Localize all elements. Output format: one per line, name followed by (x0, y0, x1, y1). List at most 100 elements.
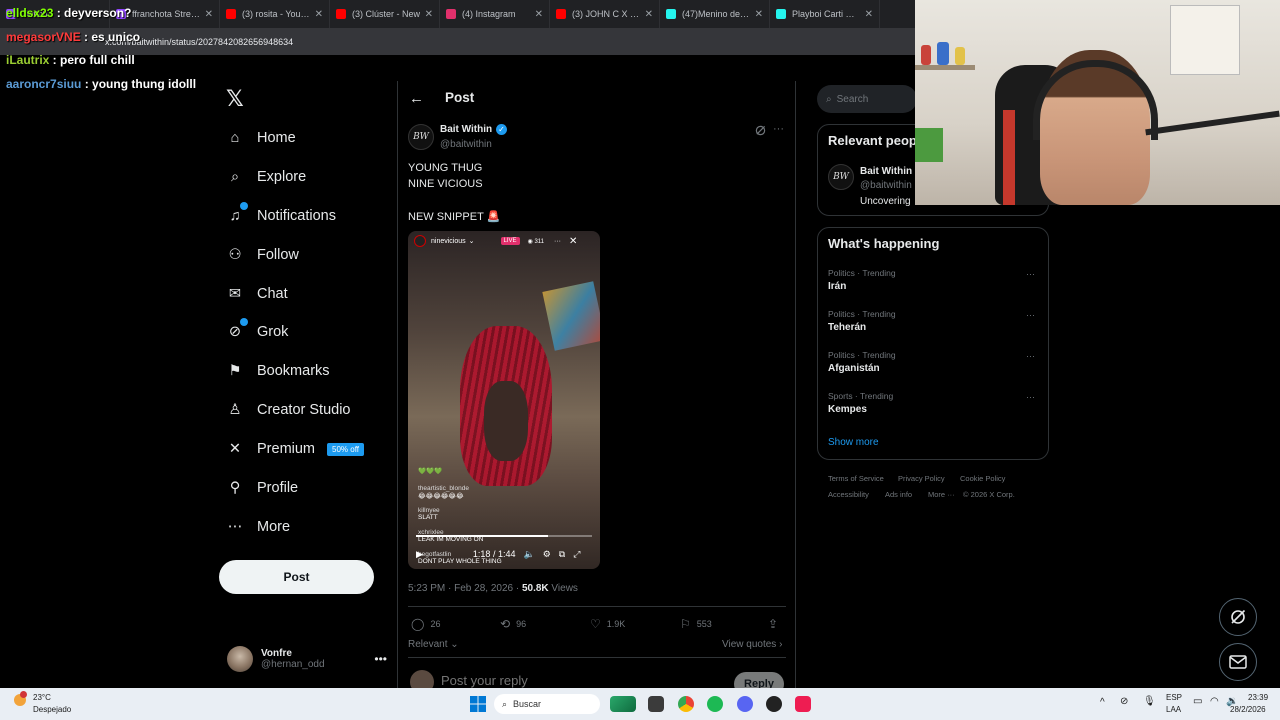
nav-item-chat[interactable]: ✉ Chat (226, 280, 288, 308)
x-logo-icon[interactable]: 𝕏 (226, 88, 248, 110)
footer-link[interactable]: More ··· (928, 490, 955, 499)
pip-icon[interactable]: ⧉ (559, 549, 565, 560)
reply-button[interactable]: ◯ 26 (411, 617, 440, 631)
steam-icon[interactable] (766, 696, 782, 712)
back-arrow-icon[interactable]: ← (409, 90, 424, 107)
view-quotes-link[interactable]: View quotes › (722, 639, 782, 650)
browser-tab[interactable]: (3) JOHN C X EZE ✕ (550, 0, 660, 28)
grok-fab[interactable] (1219, 598, 1257, 636)
home-icon: ⌂ (230, 130, 240, 146)
bookmark-button[interactable]: ⚐ 553 (680, 617, 712, 631)
share-button[interactable]: ⇪ (768, 617, 784, 631)
video-player[interactable]: ninevicious ⌄ LIVE ◉ 311 ··· ✕ 💚💚💚 thear… (408, 231, 600, 569)
play-icon[interactable]: ▶ (416, 549, 423, 560)
language-layout[interactable]: LAA (1166, 705, 1181, 714)
avatar[interactable]: BW (828, 164, 854, 190)
close-icon[interactable]: ✕ (425, 9, 433, 20)
browser-tab[interactable]: (4) Instagram ✕ (440, 0, 550, 28)
footer-link[interactable]: Terms of Service (828, 474, 884, 483)
nav-item-bookmarks[interactable]: ⚑ Bookmarks (226, 357, 330, 385)
video-subject-face (484, 381, 528, 461)
reply-sort-dropdown[interactable]: Relevant ⌄ (408, 639, 459, 650)
nav-item-grok[interactable]: ⊘ Grok (226, 318, 288, 346)
nav-item-creator-studio[interactable]: ♙ Creator Studio (226, 396, 351, 424)
nav-item-explore[interactable]: ⌕ Explore (226, 163, 306, 191)
browser-tab[interactable]: (47)Menino de Ou ✕ (660, 0, 770, 28)
x-logo-icon: ✕ (228, 441, 242, 457)
footer-link[interactable]: © 2026 X Corp. (963, 490, 1015, 499)
views-count: 50.8K (521, 583, 549, 594)
nav-item-follow[interactable]: ⚇ Follow (226, 241, 299, 269)
chrome-icon[interactable] (678, 696, 694, 712)
close-icon[interactable]: ✕ (569, 236, 577, 247)
nav-item-label: Home (257, 130, 296, 146)
post-button[interactable]: Post (219, 560, 374, 594)
spotify-icon[interactable] (707, 696, 723, 712)
widget-icon[interactable] (610, 696, 636, 712)
clock-time[interactable]: 23:39 (1248, 693, 1268, 702)
more-icon[interactable]: ··· (1026, 310, 1035, 320)
messages-fab[interactable] (1219, 643, 1257, 681)
close-icon[interactable]: ✕ (535, 9, 543, 20)
close-icon[interactable]: ✕ (205, 9, 213, 20)
tab-label: Playboi Carti Rele (792, 9, 861, 19)
show-more-link[interactable]: Show more (828, 437, 879, 448)
browser-tab[interactable]: (3) Clúster - New ✕ (330, 0, 440, 28)
search-input[interactable]: ⌕ Search (817, 85, 917, 113)
footer-link[interactable]: Accessibility (828, 490, 869, 499)
repost-button[interactable]: ⟲ 96 (500, 617, 526, 631)
network-icon[interactable]: ⊘ (1120, 696, 1128, 707)
video-time: 1:18 / 1:44 (472, 549, 516, 559)
weather-description[interactable]: Despejado (33, 705, 71, 714)
more-icon[interactable]: ••• (374, 652, 387, 666)
tab-favicon-icon (446, 9, 456, 19)
reply-input[interactable] (441, 672, 641, 688)
fullscreen-icon[interactable]: ⤢ (573, 549, 580, 560)
footer-link[interactable]: Ads info (885, 490, 912, 499)
footer-link[interactable]: Privacy Policy (898, 474, 945, 483)
repost-icon: ⟲ (500, 617, 511, 631)
more-icon[interactable]: ··· (1026, 392, 1035, 402)
settings-icon[interactable]: ⚙ (543, 549, 551, 560)
grok-icon[interactable] (755, 125, 766, 136)
close-icon[interactable]: ✕ (755, 9, 763, 20)
person-name[interactable]: Bait Within (860, 166, 912, 177)
footer-link[interactable]: Cookie Policy (960, 474, 1005, 483)
taskbar-search[interactable]: ⌕ Buscar (494, 694, 600, 714)
browser-tab[interactable]: Playboi Carti Rele ✕ (770, 0, 880, 28)
chevron-up-icon[interactable]: ^ (1100, 697, 1105, 708)
video-progress-bar[interactable] (416, 535, 592, 537)
more-icon[interactable]: ··· (1026, 269, 1035, 279)
discord-icon[interactable] (737, 696, 753, 712)
display-icon[interactable]: ▭ (1193, 696, 1202, 707)
language-indicator[interactable]: ESP (1166, 693, 1182, 702)
post-timestamp[interactable]: 5:23 PM · Feb 28, 2026 · (408, 583, 519, 594)
person-handle[interactable]: @baitwithin (860, 180, 912, 191)
tiktok-icon[interactable] (795, 696, 811, 712)
nav-item-premium[interactable]: ✕ Premium 50% off (226, 435, 364, 463)
nav-item-profile[interactable]: ⚲ Profile (226, 474, 298, 502)
volume-icon[interactable]: 🔈 (523, 549, 534, 560)
clock-date[interactable]: 28/2/2026 (1230, 705, 1266, 714)
file-explorer-icon[interactable] (648, 696, 664, 712)
windows-start-icon[interactable] (470, 696, 486, 712)
more-icon[interactable]: ··· (1026, 351, 1035, 361)
person-bio: Uncovering (860, 196, 911, 207)
more-icon[interactable]: ··· (773, 123, 784, 135)
like-button[interactable]: ♡ 1.9K (590, 617, 625, 631)
more-icon[interactable]: ··· (554, 238, 561, 245)
nav-item-home[interactable]: ⌂ Home (226, 124, 296, 152)
author-avatar[interactable]: BW (408, 124, 434, 150)
close-icon[interactable]: ✕ (865, 9, 873, 20)
close-icon[interactable]: ✕ (645, 9, 653, 20)
nav-item-more[interactable]: ⋯ More (226, 513, 290, 541)
account-switcher[interactable]: Vonfre @hernan_odd ••• (227, 643, 387, 675)
author-name[interactable]: Bait Within (440, 124, 492, 135)
mic-icon[interactable]: 🎙 (1143, 696, 1156, 707)
close-icon[interactable]: ✕ (315, 9, 323, 20)
author-handle[interactable]: @baitwithin (440, 139, 492, 150)
wifi-icon[interactable]: ◠ (1210, 696, 1219, 707)
weather-temperature[interactable]: 23°C (33, 693, 51, 702)
browser-tab[interactable]: (3) rosita - YouTube ✕ (220, 0, 330, 28)
nav-item-notifications[interactable]: ♫ Notifications (226, 202, 336, 230)
